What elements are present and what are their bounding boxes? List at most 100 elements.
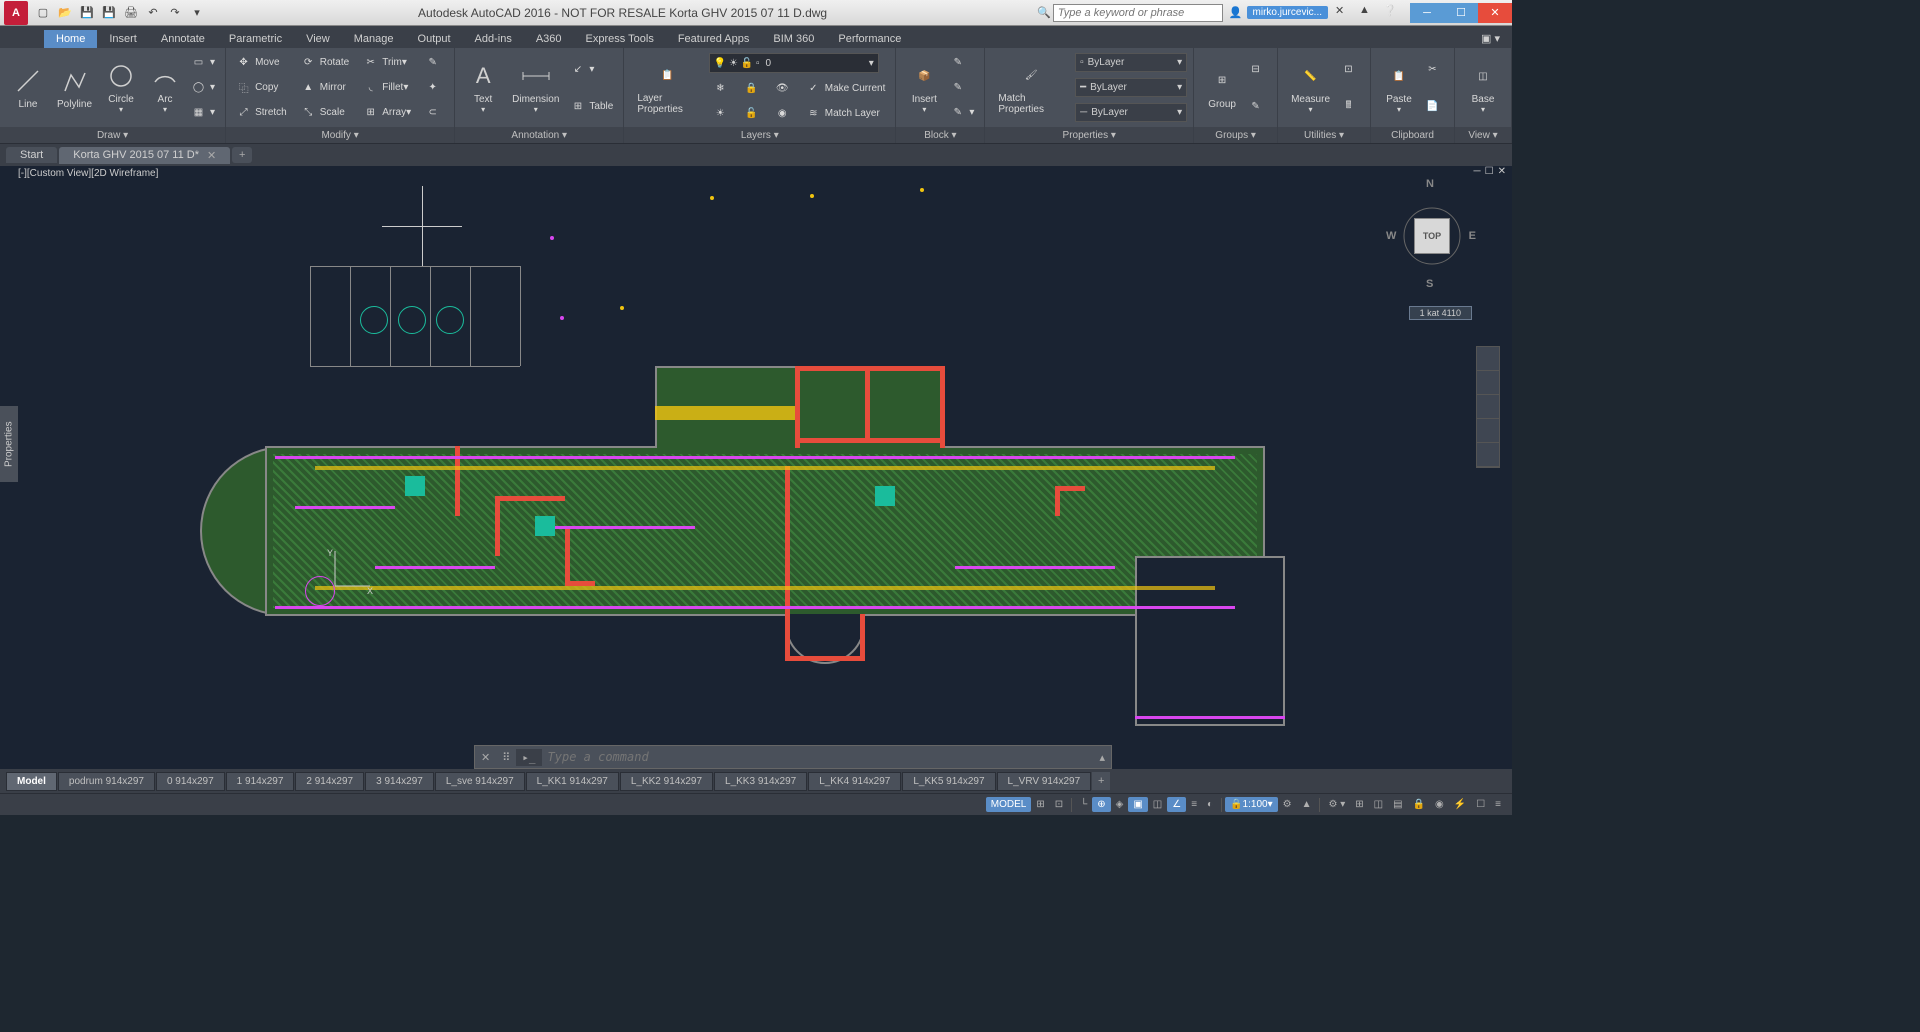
viewport-min-icon[interactable]: ─	[1474, 166, 1481, 177]
ellipse-icon[interactable]: ◯▾	[187, 79, 219, 96]
text-button[interactable]: AText	[461, 59, 505, 116]
pan-icon[interactable]	[1477, 371, 1499, 395]
layer-tool-icon[interactable]: 🔒	[740, 80, 767, 97]
status-polar-icon[interactable]: ⊕	[1092, 797, 1110, 812]
layer-tool-icon[interactable]: ☀	[709, 105, 736, 122]
table-button[interactable]: ⊞Table	[566, 98, 617, 115]
status-workspace-icon[interactable]: ⚙ ▾	[1323, 797, 1350, 812]
lineweight-combo[interactable]: ━ ByLayer▾	[1075, 78, 1187, 97]
autocad-logo-icon[interactable]: A	[4, 1, 28, 25]
panel-properties-title[interactable]: Properties ▾	[985, 127, 1193, 143]
rotate-button[interactable]: ⟳Rotate	[297, 54, 353, 71]
stretch-button[interactable]: ⤢Stretch	[232, 104, 291, 121]
zoom-extents-icon[interactable]	[1477, 395, 1499, 419]
tab-insert[interactable]: Insert	[97, 30, 149, 48]
status-custom-icon[interactable]: ≡	[1490, 797, 1506, 812]
panel-view-title[interactable]: View ▾	[1455, 127, 1511, 143]
create-block-icon[interactable]: ✎	[946, 54, 978, 71]
mirror-button[interactable]: ▲Mirror	[297, 79, 353, 96]
status-monitor-icon[interactable]: ⊞	[1350, 797, 1368, 812]
save-icon[interactable]: 💾	[78, 4, 96, 22]
match-properties-button[interactable]: 🖌Match Properties	[991, 58, 1071, 117]
status-lineweight-icon[interactable]: ≡	[1186, 797, 1202, 812]
tab-annotate[interactable]: Annotate	[149, 30, 217, 48]
panel-clipboard-title[interactable]: Clipboard	[1371, 127, 1454, 143]
status-hardware-icon[interactable]: ⚡	[1449, 797, 1471, 812]
panel-groups-title[interactable]: Groups ▾	[1194, 127, 1277, 143]
view-label[interactable]: [-][Custom View][2D Wireframe]	[18, 168, 158, 179]
arc-button[interactable]: Arc	[143, 59, 187, 116]
measure-button[interactable]: 📏Measure	[1284, 59, 1337, 116]
group-button[interactable]: ⊞Group	[1200, 64, 1244, 112]
layer-tool-icon[interactable]: ❄	[709, 80, 736, 97]
status-otrack-icon[interactable]: ∠	[1167, 797, 1186, 812]
layer-tool-icon[interactable]: 👁	[771, 80, 798, 97]
cut-icon[interactable]: ✂	[1421, 61, 1448, 78]
layout-tab[interactable]: L_KK2 914x297	[620, 772, 713, 791]
tab-output[interactable]: Output	[406, 30, 463, 48]
plot-icon[interactable]: 🖨	[122, 4, 140, 22]
file-tab-start[interactable]: Start	[6, 147, 57, 163]
close-button[interactable]: ✕	[1478, 3, 1512, 23]
tab-featuredapps[interactable]: Featured Apps	[666, 30, 762, 48]
layout-tab[interactable]: L_sve 914x297	[435, 772, 525, 791]
layout-tab[interactable]: 3 914x297	[365, 772, 434, 791]
edit-block-icon[interactable]: ✎	[946, 79, 978, 96]
ribbon-collapse-icon[interactable]: ▣ ▾	[1469, 29, 1512, 48]
layer-combo[interactable]: 💡 ☀ 🔓 ▫ 0▾	[709, 53, 879, 73]
panel-utilities-title[interactable]: Utilities ▾	[1278, 127, 1370, 143]
leader-icon[interactable]: ↙▾	[566, 61, 617, 78]
group-edit-icon[interactable]: ✎	[1244, 98, 1271, 115]
help-icon[interactable]: ❔	[1383, 4, 1401, 22]
viewcube-south[interactable]: S	[1426, 278, 1433, 290]
layout-tab[interactable]: L_VRV 914x297	[997, 772, 1092, 791]
layout-tab[interactable]: L_KK4 914x297	[808, 772, 901, 791]
hatch-icon[interactable]: ▦▾	[187, 104, 219, 121]
trim-button[interactable]: ✂Trim ▾	[359, 54, 415, 71]
make-current-button[interactable]: ✓Make Current	[802, 80, 890, 97]
edit-attr-icon[interactable]: ✎▾	[946, 104, 978, 121]
line-button[interactable]: Line	[6, 64, 50, 112]
move-button[interactable]: ✥Move	[232, 54, 291, 71]
orbit-icon[interactable]	[1477, 419, 1499, 443]
help-search-input[interactable]	[1053, 4, 1223, 22]
status-clean-icon[interactable]: ☐	[1471, 797, 1490, 812]
new-icon[interactable]: ▢	[34, 4, 52, 22]
quick-calc-icon[interactable]: 🖩	[1337, 98, 1364, 115]
ungroup-icon[interactable]: ⊟	[1244, 61, 1271, 78]
tab-home[interactable]: Home	[44, 30, 97, 48]
polyline-button[interactable]: Polyline	[50, 64, 99, 112]
panel-annotation-title[interactable]: Annotation ▾	[455, 127, 623, 143]
user-account[interactable]: mirko.jurcevic...	[1247, 6, 1328, 19]
layout-tab[interactable]: 1 914x297	[226, 772, 295, 791]
base-button[interactable]: ◫Base	[1461, 59, 1505, 116]
tab-expresstools[interactable]: Express Tools	[574, 30, 666, 48]
status-scale[interactable]: 🔒 1:100 ▾	[1225, 797, 1278, 812]
array-button[interactable]: ⊞Array ▾	[359, 104, 415, 121]
match-layer-button[interactable]: ≋Match Layer	[802, 105, 884, 122]
cmdline-close-icon[interactable]: ✕	[475, 751, 496, 764]
command-input[interactable]	[542, 750, 1094, 764]
layout-tab-model[interactable]: Model	[6, 772, 57, 791]
qat-dropdown-icon[interactable]: ▾	[188, 4, 206, 22]
status-grid-icon[interactable]: ⊞	[1031, 797, 1049, 812]
dimension-button[interactable]: Dimension	[505, 59, 566, 116]
fillet-button[interactable]: ◟Fillet ▾	[359, 79, 415, 96]
cmdline-handle-icon[interactable]: ⠿	[496, 751, 516, 764]
layer-tool-icon[interactable]: ◉	[771, 105, 798, 122]
layout-tab[interactable]: L_KK5 914x297	[902, 772, 995, 791]
viewcube-north[interactable]: N	[1426, 178, 1434, 190]
undo-icon[interactable]: ↶	[144, 4, 162, 22]
layer-properties-button[interactable]: 📋Layer Properties	[630, 58, 704, 117]
cmdline-recent-icon[interactable]: ▴	[1093, 751, 1111, 764]
properties-palette-tab[interactable]: Properties	[0, 406, 18, 482]
tab-view[interactable]: View	[294, 30, 342, 48]
status-transparency-icon[interactable]: ◐	[1202, 797, 1218, 812]
panel-draw-title[interactable]: Draw ▾	[0, 127, 225, 143]
minimize-button[interactable]: ─	[1410, 3, 1444, 23]
circle-button[interactable]: Circle	[99, 59, 143, 116]
exchange-icon[interactable]: ✕	[1335, 4, 1353, 22]
panel-layers-title[interactable]: Layers ▾	[624, 127, 895, 143]
open-icon[interactable]: 📂	[56, 4, 74, 22]
status-osnap-icon[interactable]: ▣	[1128, 797, 1147, 812]
